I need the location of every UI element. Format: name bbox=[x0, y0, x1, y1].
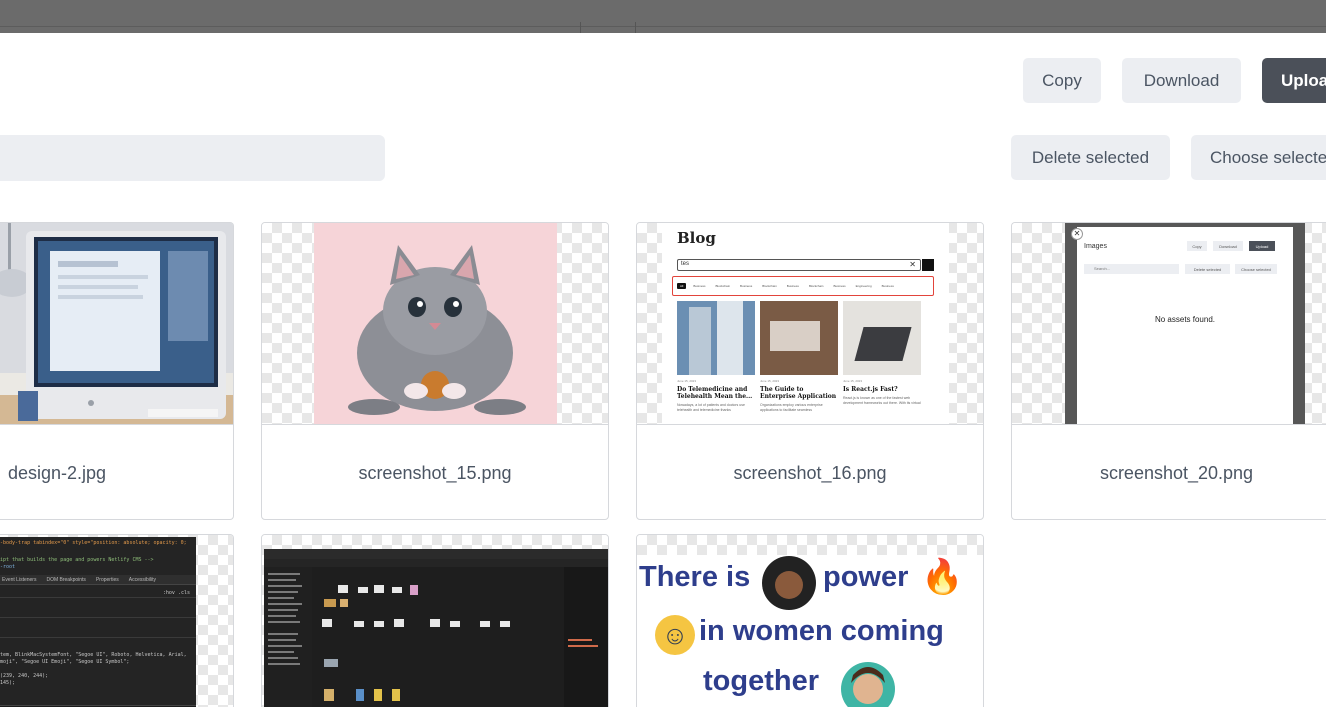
blog-post-excerpt: Nowadays, a lot of patients and doctors … bbox=[677, 403, 745, 412]
asset-thumbnail bbox=[262, 223, 608, 425]
fire-icon: 🔥 bbox=[921, 558, 964, 596]
kitten-image bbox=[314, 223, 557, 424]
search-input[interactable] bbox=[0, 135, 385, 181]
choose-selected-button[interactable]: Choose selecte bbox=[1191, 135, 1326, 180]
blog-post: June 15, 2023 The Guide to Enterprise App… bbox=[760, 379, 840, 413]
building-photo bbox=[677, 301, 755, 375]
blog-post: June 15, 2023 Is React.js Fast? React.js i… bbox=[843, 379, 923, 406]
party-face-icon: ☺ bbox=[655, 615, 695, 655]
delete-selected-button[interactable]: Delete selected bbox=[1011, 135, 1170, 180]
file-explorer-image bbox=[264, 549, 608, 707]
copy-button[interactable]: Copy bbox=[1023, 58, 1101, 103]
blog-preview: Blog tes ✕ All Business Blockchain Business… bbox=[662, 223, 949, 424]
blog-post-excerpt: Organizations employ various enterprise … bbox=[760, 403, 823, 412]
desk-photo-image bbox=[0, 223, 233, 424]
blog-tag: Business bbox=[786, 284, 799, 288]
asset-thumbnail: -body-trap tabindex="0" style="position:… bbox=[0, 535, 233, 707]
devtools-preview: -body-trap tabindex="0" style="position:… bbox=[0, 537, 196, 707]
asset-card[interactable]: design-2.jpg bbox=[0, 222, 234, 520]
woman-avatar bbox=[841, 662, 895, 707]
devtools-tab: Properties bbox=[95, 577, 119, 583]
laptop-photo bbox=[843, 301, 921, 375]
close-icon: ✕ bbox=[1071, 228, 1083, 240]
blog-tag: Engineering bbox=[855, 284, 872, 288]
search-icon bbox=[922, 259, 934, 271]
devtools-tab: DOM Breakpoints bbox=[46, 577, 86, 583]
devtools-tab: Event Listeners bbox=[2, 577, 37, 583]
images-modal-preview: Images Copy Download Upload Search... De… bbox=[1065, 223, 1305, 424]
asset-thumbnail bbox=[262, 535, 608, 707]
women-quote-image: There is power 🔥 ☺ in women coming toget… bbox=[637, 555, 983, 707]
asset-card[interactable]: -body-trap tabindex="0" style="position:… bbox=[0, 534, 234, 707]
download-button[interactable]: Download bbox=[1122, 58, 1241, 103]
asset-thumbnail: Blog tes ✕ All Business Blockchain Business… bbox=[637, 223, 983, 425]
blog-post-excerpt: React.js is known as one of the fastest … bbox=[843, 396, 921, 405]
asset-filename: screenshot_16.png bbox=[733, 462, 887, 483]
blog-tag: Blockchain bbox=[762, 284, 777, 288]
blog-post: June 15, 2023 Do Telemedicine and Telehea… bbox=[677, 379, 757, 413]
tag-filter: All Business Blockchain Business Blockchain B… bbox=[672, 276, 934, 296]
asset-thumbnail: Images Copy Download Upload Search... De… bbox=[1012, 223, 1326, 425]
blog-tag: Blockchain bbox=[808, 284, 824, 288]
blog-post-date: June 15, 2023 bbox=[760, 379, 780, 383]
asset-thumbnail: There is power 🔥 ☺ in women coming toget… bbox=[637, 535, 983, 707]
asset-card[interactable]: Images Copy Download Upload Search... De… bbox=[1011, 222, 1326, 520]
blog-tag: Business bbox=[693, 284, 706, 288]
upload-button[interactable]: Uploa bbox=[1262, 58, 1326, 103]
asset-filename: screenshot_15.png bbox=[358, 462, 512, 483]
blog-post-date: June 15, 2023 bbox=[843, 379, 863, 383]
meeting-photo bbox=[760, 301, 838, 375]
blog-tag: Business bbox=[881, 284, 894, 288]
asset-thumbnail bbox=[0, 223, 233, 425]
blog-tag: Blockchain bbox=[715, 284, 731, 288]
blog-post-title: Do Telemedicine and Telehealth Mean the.… bbox=[677, 386, 753, 400]
asset-card[interactable] bbox=[261, 534, 609, 707]
asset-filename: design-2.jpg bbox=[8, 462, 107, 483]
asset-card[interactable]: screenshot_15.png bbox=[261, 222, 609, 520]
asset-filename: screenshot_20.png bbox=[1099, 462, 1254, 483]
blog-post-title: The Guide to Enterprise Application Inte… bbox=[760, 386, 837, 400]
modal-backdrop bbox=[0, 0, 1326, 33]
blog-tag: Business bbox=[740, 284, 753, 288]
blog-tag: All bbox=[677, 283, 687, 289]
blog-post-date: June 15, 2023 bbox=[677, 379, 697, 383]
asset-card[interactable]: There is power 🔥 ☺ in women coming toget… bbox=[636, 534, 984, 707]
woman-avatar bbox=[762, 556, 816, 610]
asset-card[interactable]: Blog tes ✕ All Business Blockchain Business… bbox=[636, 222, 984, 520]
blog-post-title: Is React.js Fast? bbox=[843, 386, 898, 393]
devtools-tab: Accessibility bbox=[128, 577, 156, 583]
blog-tag: Business bbox=[833, 284, 846, 288]
